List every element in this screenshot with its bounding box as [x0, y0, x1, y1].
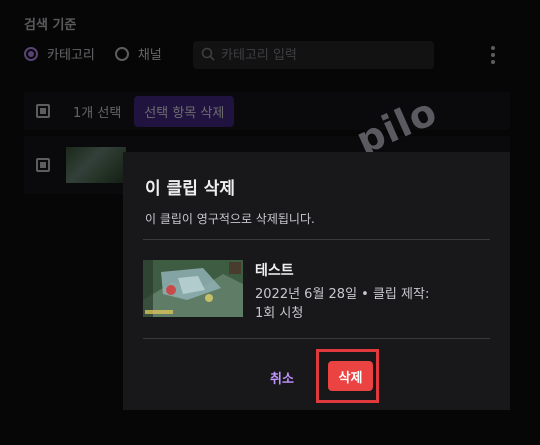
- radio-category[interactable]: [24, 46, 38, 61]
- more-options-icon[interactable]: [488, 44, 498, 66]
- dialog-description: 이 클립이 영구적으로 삭제됩니다.: [145, 212, 315, 226]
- confirm-delete-button[interactable]: 삭제: [328, 361, 373, 391]
- category-search-box[interactable]: [193, 41, 434, 69]
- radio-channel-label[interactable]: 채널: [138, 44, 162, 63]
- clip-meta: 2022년 6월 28일 • 클립 제작:: [255, 287, 430, 302]
- clip-thumbnail: [143, 260, 243, 317]
- clip-views: 1회 시청: [255, 306, 304, 321]
- select-all-checkbox[interactable]: [36, 104, 50, 118]
- search-criteria-title: 검색 기준: [24, 18, 77, 33]
- radio-category-label[interactable]: 카테고리: [47, 44, 95, 63]
- selected-count: 1개 선택: [73, 105, 122, 121]
- delete-selected-button[interactable]: 선택 항목 삭제: [134, 95, 235, 127]
- radio-channel[interactable]: [114, 46, 129, 61]
- divider: [143, 239, 490, 240]
- divider: [143, 338, 490, 339]
- category-search-input[interactable]: [221, 47, 421, 63]
- search-icon: [201, 46, 215, 65]
- clip-row-thumbnail[interactable]: [66, 147, 126, 183]
- clip-title: 테스트: [255, 263, 294, 279]
- clip-row-checkbox[interactable]: [36, 158, 50, 172]
- cancel-button[interactable]: 취소: [266, 366, 298, 389]
- delete-clip-dialog: 이 클립 삭제 이 클립이 영구적으로 삭제됩니다. 테스트 2022년 6월 …: [123, 152, 510, 410]
- search-type-radio-group: 카테고리 채널: [24, 44, 182, 63]
- dialog-title: 이 클립 삭제: [145, 179, 236, 199]
